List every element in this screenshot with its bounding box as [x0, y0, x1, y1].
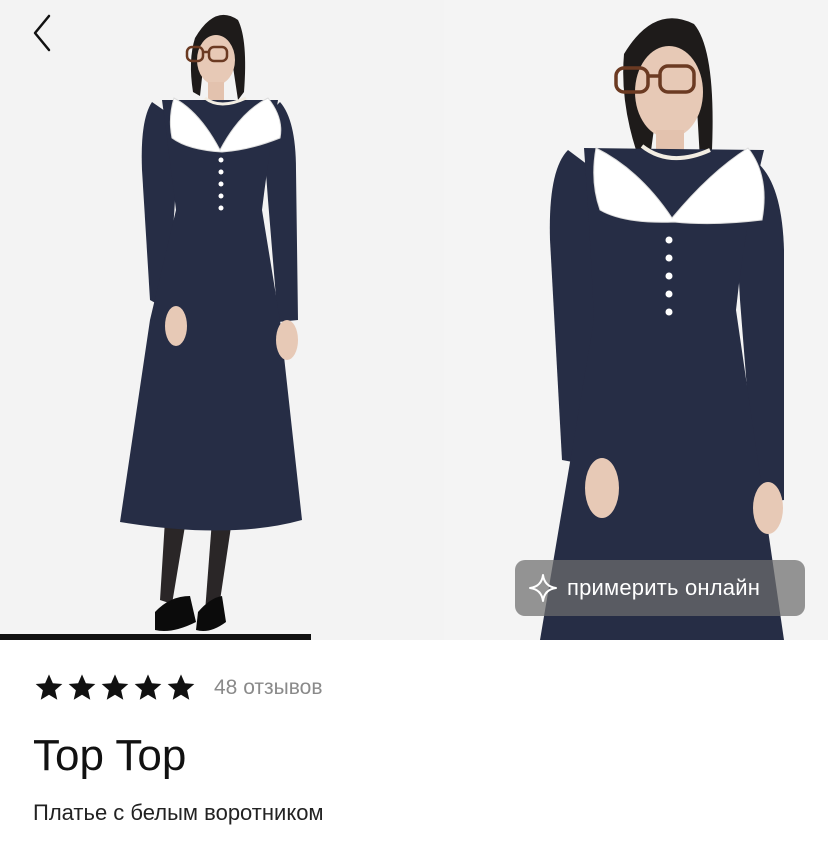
- star-icon: [101, 674, 129, 700]
- rating-stars: [33, 672, 198, 704]
- product-gallery[interactable]: примерить онлайн: [0, 0, 828, 640]
- star-icon: [68, 674, 96, 700]
- product-page: примерить онлайн 48 отзывов Top Top Плат…: [0, 0, 828, 849]
- brand-name[interactable]: Top Top: [33, 728, 186, 784]
- reviews-count-link[interactable]: 48 отзывов: [214, 676, 323, 700]
- sparkle-icon: [529, 574, 557, 602]
- try-on-online-button[interactable]: примерить онлайн: [515, 560, 805, 616]
- back-button[interactable]: [30, 10, 80, 56]
- photo-full-length-image: [0, 0, 444, 640]
- star-icon: [167, 674, 195, 700]
- product-info: 48 отзывов Top Top Платье с белым воротн…: [0, 640, 828, 849]
- star-icon: [134, 674, 162, 700]
- star-icon: [35, 674, 63, 700]
- try-on-label: примерить онлайн: [567, 575, 761, 600]
- product-title: Платье с белым воротником: [33, 800, 324, 825]
- chevron-left-icon: [33, 14, 51, 52]
- photo-closeup-image: [444, 0, 828, 640]
- product-photo-closeup[interactable]: [444, 0, 828, 640]
- product-photo-full-length[interactable]: [0, 0, 444, 640]
- rating-row[interactable]: 48 отзывов: [33, 670, 323, 706]
